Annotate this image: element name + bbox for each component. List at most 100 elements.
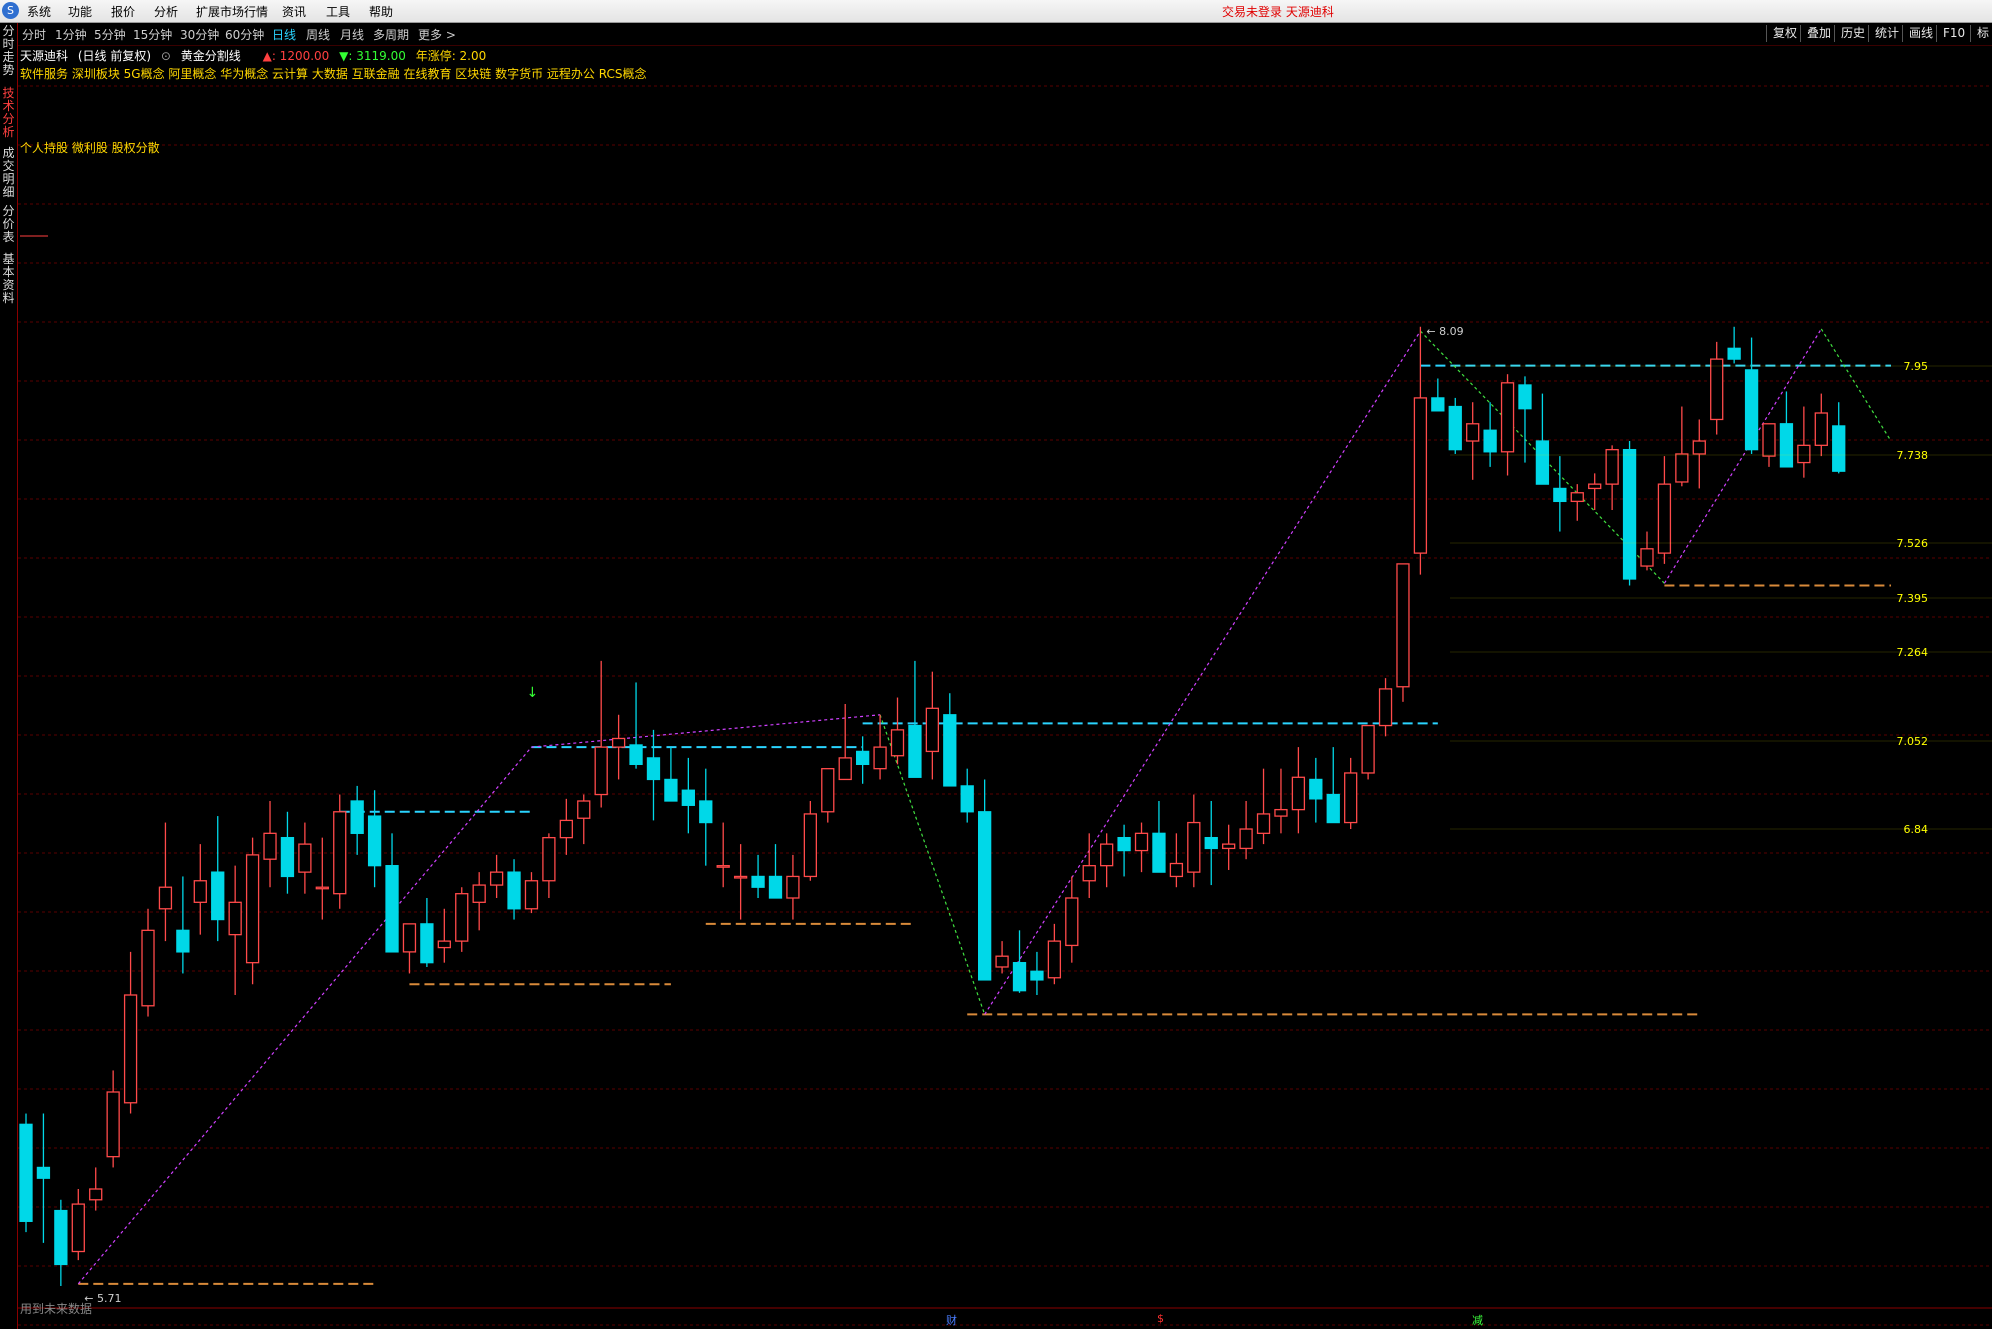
candle-body <box>1588 483 1602 490</box>
candle-body <box>646 757 661 781</box>
candle-body <box>577 800 591 819</box>
side-tab-transactions[interactable]: 成交明细 <box>1 147 16 199</box>
app-logo-icon[interactable]: S <box>2 2 19 19</box>
candle-body <box>89 1188 103 1201</box>
menu-tools[interactable]: 工具 <box>326 3 350 20</box>
candle-body <box>1344 772 1358 824</box>
candle-body <box>594 746 608 796</box>
candle-body <box>228 901 242 936</box>
tab-intraday[interactable]: 分时 <box>22 26 46 43</box>
candle-body <box>1152 832 1166 873</box>
event-marker-reduce[interactable]: 减 <box>1472 1312 1483 1328</box>
tab-15min[interactable]: 15分钟 <box>133 26 172 43</box>
candle-body <box>1727 347 1741 360</box>
side-tab-price-table[interactable]: 分价表 <box>1 205 16 244</box>
fib-label: 7.95 <box>1904 360 1929 373</box>
event-marker-finance[interactable]: 财 <box>946 1312 957 1328</box>
stock-name: 天源迪科 <box>20 49 69 63</box>
menu-quote[interactable]: 报价 <box>111 3 135 20</box>
menu-analysis[interactable]: 分析 <box>154 3 178 20</box>
chart-mode: (日线 前复权) <box>77 49 152 63</box>
tab-1min[interactable]: 1分钟 <box>55 26 87 43</box>
candle-body <box>472 884 486 903</box>
candle-body <box>1396 563 1410 688</box>
tab-weekly[interactable]: 周线 <box>306 26 330 43</box>
candle-body <box>664 778 678 802</box>
side-tab-intraday[interactable]: 分时走势 <box>1 25 16 77</box>
candle-body <box>873 746 887 770</box>
candle-body <box>350 800 364 834</box>
menu-news[interactable]: 资讯 <box>282 3 306 20</box>
stock-info-line: 天源迪科 (日线 前复权) ⊙ 黄金分割线 ▲: 1200.00 ▼: 3119… <box>20 47 492 64</box>
candle-body <box>716 865 730 868</box>
menu-extended-market[interactable]: 扩展市场行情 <box>196 3 268 20</box>
kline-chart[interactable]: 7.95 7.738 7.526 7.395 7.264 7.052 6.84 ← 8.09… <box>18 46 1992 1329</box>
candle-body <box>1675 453 1689 483</box>
side-tab-technical[interactable]: 技术分析 <box>1 87 16 139</box>
candle-body <box>733 875 748 879</box>
candle-body <box>385 865 399 953</box>
candle-body <box>1814 412 1828 446</box>
tab-30min[interactable]: 30分钟 <box>180 26 219 43</box>
tab-monthly[interactable]: 月线 <box>340 26 364 43</box>
candle-body <box>1797 444 1811 464</box>
candle-body <box>1832 425 1846 472</box>
overlay-button[interactable]: 叠加 <box>1800 25 1831 42</box>
candle-body <box>402 923 417 953</box>
candle-body <box>1710 358 1724 421</box>
chart-grid <box>18 85 1992 1326</box>
candle-body <box>1640 548 1654 567</box>
high-price-label: ← 8.09 <box>1426 325 1463 338</box>
candle-body <box>263 832 277 860</box>
candle-body <box>1535 440 1550 485</box>
fib-label: 7.052 <box>1897 735 1929 748</box>
restore-rights-button[interactable]: 复权 <box>1766 25 1797 42</box>
candle-body <box>1448 405 1462 451</box>
candle-body <box>1553 487 1567 503</box>
menu-system[interactable]: 系统 <box>27 3 51 20</box>
tab-60min[interactable]: 60分钟 <box>225 26 264 43</box>
candle-body <box>420 923 434 964</box>
statistics-button[interactable]: 统计 <box>1868 25 1899 42</box>
candle-body <box>542 836 556 882</box>
indicator-name[interactable]: 黄金分割线 <box>181 49 241 63</box>
candle-body <box>507 871 521 910</box>
candle-body <box>1204 836 1218 850</box>
fib-label: 7.738 <box>1897 449 1929 462</box>
candle-body <box>123 994 138 1104</box>
f10-button[interactable]: F10 <box>1936 25 1965 42</box>
candle-body <box>211 871 225 921</box>
menu-bar: S 系统 功能 报价 分析 扩展市场行情 资讯 工具 帮助 交易未登录 天源迪科 <box>0 0 1992 23</box>
candle-body <box>1274 808 1288 817</box>
candle-body <box>838 757 852 781</box>
candle-body <box>158 886 173 910</box>
candle-body <box>1134 832 1149 852</box>
fib-label: 7.526 <box>1897 537 1929 550</box>
candle-body <box>768 875 783 899</box>
chart-labels: ← 8.09← 5.71↓ <box>20 235 1464 1305</box>
candle-body <box>1239 828 1253 850</box>
candle-body <box>1361 724 1375 774</box>
candle-body <box>751 875 765 888</box>
candle-body <box>943 714 957 787</box>
candle-body <box>106 1091 120 1158</box>
tab-5min[interactable]: 5分钟 <box>94 26 126 43</box>
candlesticks <box>19 326 1846 1286</box>
tab-multi-period[interactable]: 多周期 <box>373 26 409 43</box>
candle-body <box>1744 369 1759 451</box>
tab-daily[interactable]: 日线 <box>272 26 296 43</box>
draw-line-button[interactable]: 画线 <box>1902 25 1933 42</box>
menu-function[interactable]: 功能 <box>68 3 92 20</box>
menu-help[interactable]: 帮助 <box>369 3 393 20</box>
mark-button[interactable]: 标 <box>1970 25 1989 42</box>
zigzag-segment <box>531 714 881 748</box>
settings-circle-icon[interactable]: ⊙ <box>161 49 171 63</box>
candle-body <box>141 929 155 1007</box>
candle-body <box>855 750 870 766</box>
side-tab-basic-info[interactable]: 基本资料 <box>1 253 16 305</box>
event-marker-dividend[interactable]: $ <box>1157 1312 1164 1325</box>
fib-label: 7.395 <box>1897 592 1929 605</box>
history-button[interactable]: 历史 <box>1834 25 1865 42</box>
zigzag-segment <box>1820 328 1892 442</box>
tab-more[interactable]: 更多 > <box>418 26 456 43</box>
